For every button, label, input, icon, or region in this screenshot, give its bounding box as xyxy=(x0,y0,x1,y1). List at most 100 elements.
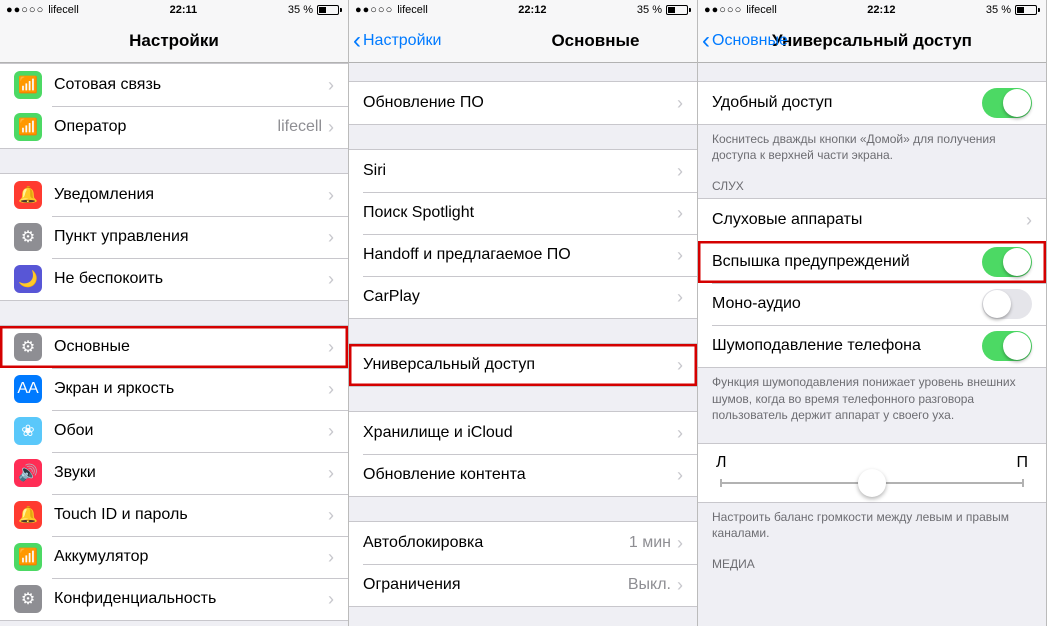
row-Экран и яркость[interactable]: AA Экран и яркость › xyxy=(0,368,348,410)
row-icon: 🔔 xyxy=(14,501,42,529)
carrier-label: lifecell xyxy=(397,4,428,16)
chevron-right-icon: › xyxy=(677,465,683,486)
balance-slider[interactable]: ЛП xyxy=(698,443,1046,503)
screen-accessibility: ●●○○○ lifecell 22:12 35 % ‹Основные Унив… xyxy=(698,0,1047,626)
chevron-right-icon: › xyxy=(677,245,683,266)
row-Универсальный доступ[interactable]: Универсальный доступ › xyxy=(349,344,697,386)
screen-settings: ●●○○○ lifecell 22:11 35 % Настройки 📶 Со… xyxy=(0,0,349,626)
row-icon: ⚙︎ xyxy=(14,585,42,613)
nav-bar: ‹Основные Универсальный доступ xyxy=(698,20,1046,63)
row-Touch ID и пароль[interactable]: 🔔 Touch ID и пароль › xyxy=(0,494,348,536)
row-reachability[interactable]: Удобный доступ xyxy=(698,82,1046,124)
balance-note: Настроить баланс громкости между левым и… xyxy=(698,503,1046,543)
row-Автоблокировка[interactable]: Автоблокировка 1 мин › xyxy=(349,522,697,564)
row-icon: ❀ xyxy=(14,417,42,445)
battery-indicator: 35 % xyxy=(637,4,691,16)
row-icon: ⚙︎ xyxy=(14,333,42,361)
chevron-right-icon: › xyxy=(328,75,334,96)
row-Не беспокоить[interactable]: 🌙 Не беспокоить › xyxy=(0,258,348,300)
row-Handoff и предлагаемое ПО[interactable]: Handoff и предлагаемое ПО › xyxy=(349,234,697,276)
carrier-label: lifecell xyxy=(48,4,79,16)
row-Основные[interactable]: ⚙︎ Основные › xyxy=(0,326,348,368)
screen-general: ●●○○○ lifecell 22:12 35 % ‹Настройки Осн… xyxy=(349,0,698,626)
row-CarPlay[interactable]: CarPlay › xyxy=(349,276,697,318)
chevron-right-icon: › xyxy=(328,337,334,358)
row-Вспышка предупреждений[interactable]: Вспышка предупреждений xyxy=(698,241,1046,283)
row-icon: 📶 xyxy=(14,71,42,99)
chevron-right-icon: › xyxy=(328,463,334,484)
toggle-switch[interactable] xyxy=(982,289,1032,319)
general-list[interactable]: Обновление ПО › Siri › Поиск Spotlight ›… xyxy=(349,63,697,626)
chevron-right-icon: › xyxy=(328,589,334,610)
row-Аккумулятор[interactable]: 📶 Аккумулятор › xyxy=(0,536,348,578)
row-icon: 🌙 xyxy=(14,265,42,293)
chevron-right-icon: › xyxy=(328,421,334,442)
signal-dots: ●●○○○ xyxy=(704,4,742,16)
media-header: МЕДИА xyxy=(698,543,1046,576)
chevron-right-icon: › xyxy=(677,575,683,596)
row-Ограничения[interactable]: Ограничения Выкл. › xyxy=(349,564,697,606)
status-time: 22:11 xyxy=(79,4,288,16)
chevron-right-icon: › xyxy=(328,505,334,526)
row-Моно-аудио[interactable]: Моно-аудио xyxy=(698,283,1046,325)
row-Обновление контента[interactable]: Обновление контента › xyxy=(349,454,697,496)
toggle-switch[interactable] xyxy=(982,331,1032,361)
row-Siri[interactable]: Siri › xyxy=(349,150,697,192)
noise-note: Функция шумоподавления понижает уровень … xyxy=(698,368,1046,425)
carrier-label: lifecell xyxy=(746,4,777,16)
row-icon: 🔔 xyxy=(14,181,42,209)
reachability-note: Коснитесь дважды кнопки «Домой» для полу… xyxy=(698,125,1046,165)
nav-title: Настройки xyxy=(0,31,348,51)
status-time: 22:12 xyxy=(777,4,986,16)
nav-bar: Настройки xyxy=(0,20,348,63)
chevron-right-icon: › xyxy=(677,203,683,224)
chevron-right-icon: › xyxy=(328,185,334,206)
row-Слуховые аппараты[interactable]: Слуховые аппараты› xyxy=(698,199,1046,241)
chevron-right-icon: › xyxy=(328,269,334,290)
row-Шумоподавление телефона[interactable]: Шумоподавление телефона xyxy=(698,325,1046,367)
chevron-right-icon: › xyxy=(677,423,683,444)
row-Звуки[interactable]: 🔊 Звуки › xyxy=(0,452,348,494)
chevron-left-icon: ‹ xyxy=(702,29,710,53)
row-Обновление ПО[interactable]: Обновление ПО › xyxy=(349,82,697,124)
battery-indicator: 35 % xyxy=(986,4,1040,16)
row-icon: AA xyxy=(14,375,42,403)
row-icon: 📶 xyxy=(14,543,42,571)
row-Пункт управления[interactable]: ⚙︎ Пункт управления › xyxy=(0,216,348,258)
row-Хранилище и iCloud[interactable]: Хранилище и iCloud › xyxy=(349,412,697,454)
balance-right: П xyxy=(1017,454,1029,472)
row-Сотовая связь[interactable]: 📶 Сотовая связь › xyxy=(0,64,348,106)
row-icon: 📶 xyxy=(14,113,42,141)
back-button[interactable]: ‹Основные xyxy=(698,29,788,53)
signal-dots: ●●○○○ xyxy=(355,4,393,16)
slider-thumb[interactable] xyxy=(858,469,886,497)
status-bar: ●●○○○ lifecell 22:12 35 % xyxy=(698,0,1046,20)
row-icon: 🔊 xyxy=(14,459,42,487)
nav-title: Основные xyxy=(551,31,639,51)
chevron-right-icon: › xyxy=(677,93,683,114)
chevron-right-icon: › xyxy=(328,227,334,248)
nav-bar: ‹Настройки Основные xyxy=(349,20,697,63)
toggle-switch[interactable] xyxy=(982,247,1032,277)
battery-indicator: 35 % xyxy=(288,4,342,16)
chevron-right-icon: › xyxy=(328,379,334,400)
balance-left: Л xyxy=(716,454,727,472)
toggle-reachability[interactable] xyxy=(982,88,1032,118)
row-Конфиденциальность[interactable]: ⚙︎ Конфиденциальность › xyxy=(0,578,348,620)
status-bar: ●●○○○ lifecell 22:11 35 % xyxy=(0,0,348,20)
row-Оператор[interactable]: 📶 Оператор lifecell › xyxy=(0,106,348,148)
chevron-right-icon: › xyxy=(677,355,683,376)
chevron-right-icon: › xyxy=(328,117,334,138)
chevron-right-icon: › xyxy=(677,533,683,554)
row-Поиск Spotlight[interactable]: Поиск Spotlight › xyxy=(349,192,697,234)
accessibility-list[interactable]: Удобный доступ Коснитесь дважды кнопки «… xyxy=(698,63,1046,626)
chevron-right-icon: › xyxy=(677,161,683,182)
row-Обои[interactable]: ❀ Обои › xyxy=(0,410,348,452)
status-bar: ●●○○○ lifecell 22:12 35 % xyxy=(349,0,697,20)
row-icon: ⚙︎ xyxy=(14,223,42,251)
settings-list[interactable]: 📶 Сотовая связь › 📶 Оператор lifecell › … xyxy=(0,63,348,626)
row-Уведомления[interactable]: 🔔 Уведомления › xyxy=(0,174,348,216)
back-button[interactable]: ‹Настройки xyxy=(349,29,441,53)
chevron-right-icon: › xyxy=(1026,210,1032,231)
signal-dots: ●●○○○ xyxy=(6,4,44,16)
